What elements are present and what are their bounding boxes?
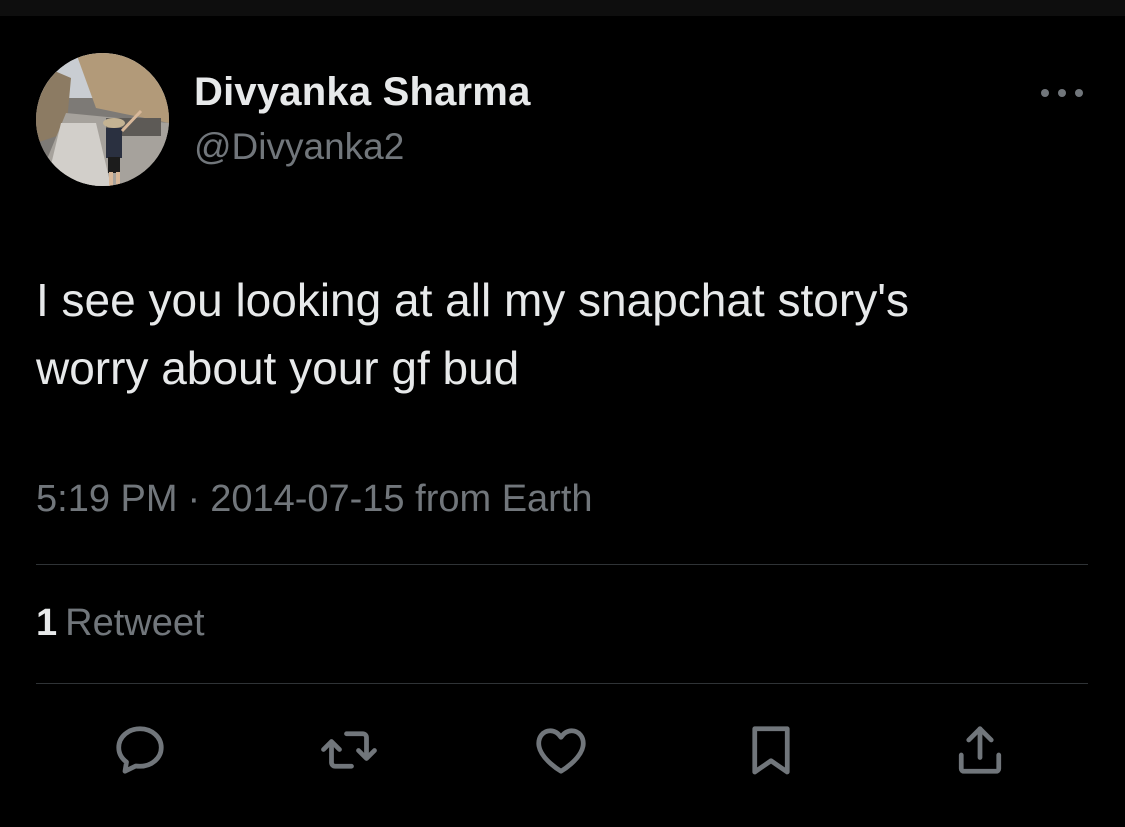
share-button[interactable] (948, 718, 1012, 782)
heart-icon (536, 728, 586, 774)
tweet-text-line-2: worry about your gf bud (36, 342, 520, 394)
more-icon (1041, 89, 1083, 97)
like-button[interactable] (529, 718, 593, 782)
retweet-stats[interactable]: 1 Retweet (36, 602, 205, 645)
divider (36, 564, 1088, 565)
tweet-text-line-1: I see you looking at all my snapchat sto… (36, 274, 909, 326)
author-name[interactable]: Divyanka Sharma (194, 70, 531, 115)
retweet-button[interactable] (317, 718, 381, 782)
tweet-date[interactable]: 2014-07-15 (210, 478, 404, 520)
retweet-label: Retweet (65, 602, 205, 644)
status-bar-strip (0, 0, 1125, 16)
share-icon (958, 726, 1002, 774)
bookmark-icon (752, 726, 790, 775)
avatar-photo (36, 53, 169, 186)
author-handle[interactable]: @Divyanka2 (194, 126, 404, 168)
reply-icon (116, 726, 164, 774)
tweet-time[interactable]: 5:19 PM (36, 478, 178, 520)
retweet-count: 1 (36, 602, 58, 644)
divider (36, 683, 1088, 684)
retweet-icon (321, 731, 377, 769)
reply-button[interactable] (108, 718, 172, 782)
avatar[interactable] (36, 53, 169, 186)
bookmark-button[interactable] (739, 718, 803, 782)
tweet-text: I see you looking at all my snapchat sto… (36, 266, 1086, 402)
tweet-metadata: 5:19 PM · 2014-07-15 from Earth (36, 478, 593, 521)
tweet-source: from Earth (415, 478, 593, 520)
meta-separator: · (187, 478, 201, 520)
more-options-button[interactable] (1036, 78, 1088, 108)
